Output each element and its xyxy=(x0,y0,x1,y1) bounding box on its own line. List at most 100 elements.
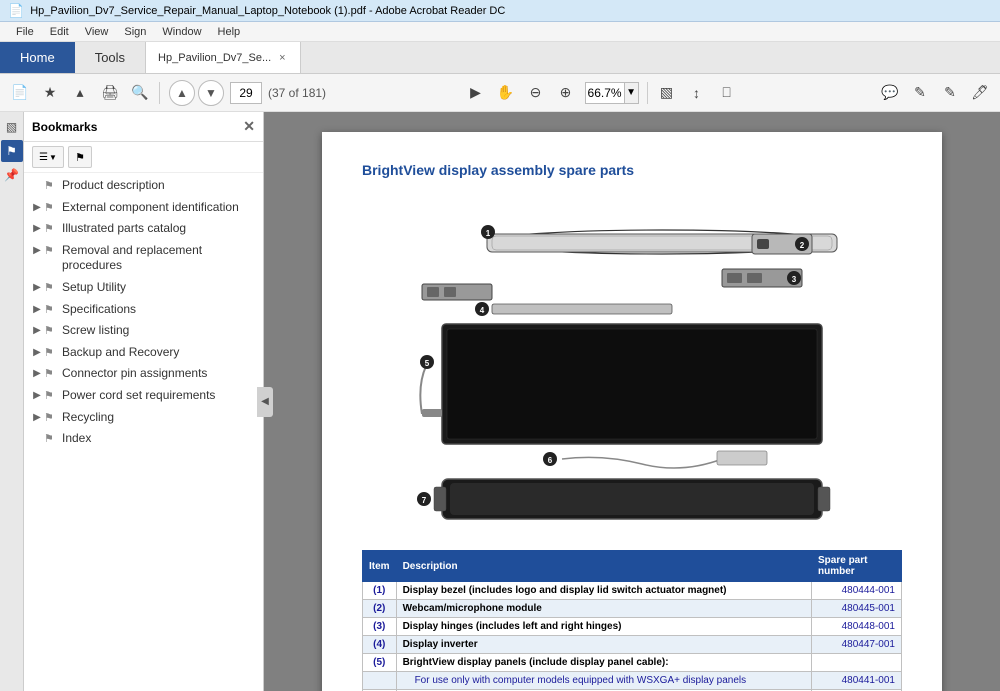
svg-text:7: 7 xyxy=(422,496,427,505)
svg-text:5: 5 xyxy=(425,359,430,368)
bookmark-icon: ⚑ xyxy=(44,410,58,425)
create-btn[interactable]: 📄 xyxy=(6,79,34,107)
tab-tools[interactable]: Tools xyxy=(75,42,145,73)
desc-text: BrightView display panels (include displ… xyxy=(403,657,669,668)
table-row: (1) Display bezel (includes logo and dis… xyxy=(363,582,902,600)
expand-icon: ▶ xyxy=(30,323,44,337)
keyboard-btn[interactable]: ⎕ xyxy=(713,79,741,107)
pdf-page: BrightView display assembly spare parts … xyxy=(322,132,942,691)
close-bookmarks-btn[interactable]: ✕ xyxy=(243,118,255,135)
bookmark-label: Product description xyxy=(62,178,257,194)
bookmark-options-btn[interactable]: ☰ ▼ xyxy=(32,146,64,168)
icon-bookmarks[interactable]: ⚑ xyxy=(1,140,23,162)
part-num: 480448-001 xyxy=(812,618,902,636)
prev-page-btn[interactable]: ▲ xyxy=(169,80,195,106)
item-num: (1) xyxy=(363,582,397,600)
bookmark-btn[interactable]: ★ xyxy=(36,79,64,107)
menu-help[interactable]: Help xyxy=(210,22,249,41)
left-icon-strip: ▧ ⚑ 📌 xyxy=(0,112,24,691)
pen-btn[interactable]: ✎ xyxy=(906,79,934,107)
collapse-panel-btn[interactable]: ◀ xyxy=(257,387,273,417)
tab-doc-label: Hp_Pavilion_Dv7_Se... xyxy=(158,52,271,64)
bookmark-label: External component identification xyxy=(62,200,257,216)
expand-icon: ▶ xyxy=(30,280,44,294)
expand-icon: ▶ xyxy=(30,221,44,235)
comment-btn[interactable]: 💬 xyxy=(876,79,904,107)
bookmark-external-comp[interactable]: ▶ ⚑ External component identification xyxy=(24,197,263,219)
bookmark-index[interactable]: ⚑ Index xyxy=(24,428,263,450)
separator-2 xyxy=(647,82,648,104)
bookmark-tag-btn[interactable]: ⚑ xyxy=(68,146,92,168)
window-title: Hp_Pavilion_Dv7_Service_Repair_Manual_La… xyxy=(30,5,505,17)
highlight-btn[interactable]: ✎ xyxy=(936,79,964,107)
table-row: (3) Display hinges (includes left and ri… xyxy=(363,618,902,636)
bookmark-icon: ⚑ xyxy=(44,366,58,381)
expand-icon: ▶ xyxy=(30,410,44,424)
search-btn[interactable]: 🔍 xyxy=(126,79,154,107)
bookmark-removal-replacement[interactable]: ▶ ⚑ Removal and replacement procedures xyxy=(24,240,263,277)
menu-bar: File Edit View Sign Window Help xyxy=(0,22,1000,42)
menu-view[interactable]: View xyxy=(77,22,117,41)
scroll-btn[interactable]: ↕ xyxy=(683,79,711,107)
desc-text: Webcam/microphone module xyxy=(403,603,542,614)
item-desc: Display inverter xyxy=(396,636,811,654)
bookmark-screw-listing[interactable]: ▶ ⚑ Screw listing xyxy=(24,320,263,342)
part-num xyxy=(812,654,902,672)
svg-text:3: 3 xyxy=(792,275,797,284)
icon-page-thumbnails[interactable]: ▧ xyxy=(1,116,23,138)
page-number-input[interactable] xyxy=(230,82,262,104)
bookmark-backup-recovery[interactable]: ▶ ⚑ Backup and Recovery xyxy=(24,342,263,364)
icon-attachments[interactable]: 📌 xyxy=(1,164,23,186)
menu-file[interactable]: File xyxy=(8,22,42,41)
tab-home-label: Home xyxy=(20,50,55,65)
bookmark-icon: ⚑ xyxy=(44,345,58,360)
parts-table: Item Description Spare part number (1) D… xyxy=(362,550,902,691)
bookmark-icon: ⚑ xyxy=(44,280,58,295)
item-desc: For use only with computer models equipp… xyxy=(396,672,811,690)
bookmark-icon: ⚑ xyxy=(44,221,58,236)
cursor-select-btn[interactable]: ▶ xyxy=(462,79,490,107)
bookmark-setup-utility[interactable]: ▶ ⚑ Setup Utility xyxy=(24,277,263,299)
svg-text:2: 2 xyxy=(800,241,805,250)
next-page-btn[interactable]: ▼ xyxy=(198,80,224,106)
col-item-header: Item xyxy=(363,551,397,582)
bookmarks-toolbar: ☰ ▼ ⚑ xyxy=(24,142,263,173)
menu-edit[interactable]: Edit xyxy=(42,22,77,41)
bookmark-icon: ⚑ xyxy=(44,388,58,403)
expand-icon: ▶ xyxy=(30,302,44,316)
menu-sign[interactable]: Sign xyxy=(116,22,154,41)
table-row: (2) Webcam/microphone module 480445-001 xyxy=(363,600,902,618)
signature-btn[interactable]: 🖊 xyxy=(966,79,994,107)
bookmark-label: Screw listing xyxy=(62,323,257,339)
hand-tool-btn[interactable]: ✋ xyxy=(492,79,520,107)
bookmark-label: Recycling xyxy=(62,410,257,426)
expand-icon: ▶ xyxy=(30,366,44,380)
zoom-in-btn[interactable]: ⊕ xyxy=(552,79,580,107)
zoom-dropdown[interactable]: ▼ xyxy=(625,82,639,104)
bookmark-connector-pin[interactable]: ▶ ⚑ Connector pin assignments xyxy=(24,363,263,385)
page-title: BrightView display assembly spare parts xyxy=(362,162,902,178)
bookmark-recycling[interactable]: ▶ ⚑ Recycling xyxy=(24,407,263,429)
tab-home[interactable]: Home xyxy=(0,42,75,73)
bookmark-product-desc[interactable]: ⚑ Product description xyxy=(24,175,263,197)
svg-text:1: 1 xyxy=(486,229,491,238)
bookmark-specifications[interactable]: ▶ ⚑ Specifications xyxy=(24,299,263,321)
zoom-out-btn[interactable]: ⊖ xyxy=(522,79,550,107)
desc-text: For use only with computer models equipp… xyxy=(415,675,747,686)
fit-page-btn[interactable]: ▧ xyxy=(653,79,681,107)
print-btn[interactable]: 🖨 xyxy=(96,79,124,107)
zoom-input[interactable] xyxy=(585,82,625,104)
menu-window[interactable]: Window xyxy=(154,22,209,41)
tab-document[interactable]: Hp_Pavilion_Dv7_Se... × xyxy=(145,42,301,73)
bookmark-icon: ⚑ xyxy=(44,302,58,317)
bookmark-power-cord[interactable]: ▶ ⚑ Power cord set requirements xyxy=(24,385,263,407)
exploded-diagram: 1 2 xyxy=(362,194,902,534)
item-num: (2) xyxy=(363,600,397,618)
share-btn[interactable]: ▴ xyxy=(66,79,94,107)
bookmark-illustrated-parts[interactable]: ▶ ⚑ Illustrated parts catalog xyxy=(24,218,263,240)
tab-close-button[interactable]: × xyxy=(277,52,287,64)
pdf-content-area[interactable]: BrightView display assembly spare parts … xyxy=(264,112,1000,691)
item-desc: BrightView display panels (include displ… xyxy=(396,654,811,672)
part-num: 480447-001 xyxy=(812,636,902,654)
desc-text: Display hinges (includes left and right … xyxy=(403,621,622,632)
